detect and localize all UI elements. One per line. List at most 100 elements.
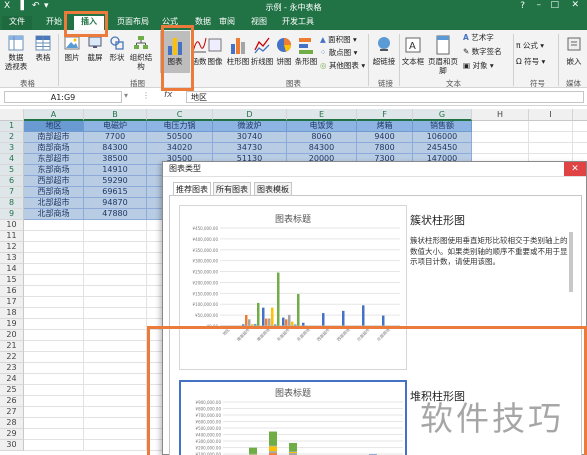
formula-button[interactable]: π 公式 ▾ (516, 40, 544, 51)
column-chart-button[interactable]: 柱形图 (226, 34, 250, 66)
empty-cell[interactable] (24, 341, 84, 352)
column-header[interactable]: D (213, 109, 287, 121)
empty-cell[interactable] (84, 242, 147, 253)
empty-cell[interactable] (84, 319, 147, 330)
screenshot-button[interactable]: 截屏 (84, 34, 106, 62)
empty-cell[interactable] (84, 341, 147, 352)
row-header[interactable]: 1 (0, 121, 24, 132)
row-header[interactable]: 15 (0, 275, 24, 286)
column-header[interactable]: B (84, 109, 147, 121)
data-cell[interactable]: 北部商场 (24, 209, 84, 220)
data-cell[interactable]: 西部商场 (24, 187, 84, 198)
hyperlink-button[interactable]: 超链接 (371, 34, 397, 66)
tab-all-charts[interactable]: 所有图表 (213, 182, 251, 196)
empty-cell[interactable] (529, 143, 573, 154)
data-cell[interactable]: 东部商场 (24, 165, 84, 176)
row-header[interactable]: 29 (0, 429, 24, 440)
select-all-corner[interactable] (0, 109, 24, 121)
data-cell[interactable]: 34020 (147, 143, 213, 154)
empty-cell[interactable] (24, 231, 84, 242)
empty-cell[interactable] (24, 297, 84, 308)
column-header[interactable]: E (287, 109, 357, 121)
empty-cell[interactable] (84, 220, 147, 231)
clustered-column-thumbnail[interactable]: 图表标题 ¥450,000.00 ¥400,000.00 ¥350,000.00 ¥3… (179, 205, 407, 370)
header-cell[interactable]: 电磁炉 (84, 121, 147, 132)
area-chart-button[interactable]: ▲ 面积图 ▾ (320, 34, 357, 45)
empty-cell[interactable] (84, 352, 147, 363)
empty-cell[interactable] (24, 253, 84, 264)
description-scrollbar[interactable] (569, 232, 573, 292)
name-box-dropdown-icon[interactable]: ▾ (124, 91, 128, 100)
row-header[interactable]: 12 (0, 242, 24, 253)
column-header[interactable]: C (147, 109, 213, 121)
bar-chart-button[interactable]: 条形图 (294, 34, 318, 66)
data-cell[interactable]: 9400 (357, 132, 413, 143)
embed-button[interactable]: 嵌入 (562, 34, 586, 66)
empty-cell[interactable] (24, 440, 84, 451)
empty-cell[interactable] (84, 374, 147, 385)
data-cell[interactable]: 14910 (84, 165, 147, 176)
row-header[interactable]: 8 (0, 198, 24, 209)
object-button[interactable]: ▣ 对象 ▾ (463, 60, 494, 71)
column-header[interactable]: J (573, 109, 587, 121)
row-header[interactable]: 27 (0, 407, 24, 418)
data-cell[interactable]: 北部超市 (24, 198, 84, 209)
empty-cell[interactable] (24, 385, 84, 396)
row-header[interactable]: 25 (0, 385, 24, 396)
stacked-column-thumbnail[interactable]: 图表标题 ¥900,000.00 ¥800,000.00 ¥700,000.00 ¥6… (179, 380, 407, 455)
empty-cell[interactable] (84, 363, 147, 374)
other-charts-button[interactable]: ◎ 其他图表 ▾ (320, 60, 365, 71)
empty-cell[interactable] (24, 242, 84, 253)
empty-cell[interactable] (84, 231, 147, 242)
image-chart-button[interactable]: 图像 (206, 34, 224, 66)
empty-cell[interactable] (84, 396, 147, 407)
header-cell[interactable]: 微波炉 (213, 121, 287, 132)
data-cell[interactable]: 8060 (287, 132, 357, 143)
header-cell[interactable]: 销售额 (413, 121, 472, 132)
empty-cell[interactable] (84, 418, 147, 429)
empty-cell[interactable] (573, 132, 587, 143)
column-header[interactable]: I (529, 109, 573, 121)
header-cell[interactable]: 地区 (24, 121, 84, 132)
data-cell[interactable]: 84300 (84, 143, 147, 154)
header-cell[interactable]: 电压力锅 (147, 121, 213, 132)
minimize-button[interactable]: – (537, 0, 542, 10)
data-cell[interactable]: 西部超市 (24, 176, 84, 187)
row-header[interactable]: 14 (0, 264, 24, 275)
empty-cell[interactable] (84, 385, 147, 396)
tab-chart-templates[interactable]: 图表模板 (254, 182, 292, 196)
name-box[interactable]: A1:G9 (4, 91, 122, 103)
empty-cell[interactable] (24, 275, 84, 286)
row-header[interactable]: 20 (0, 330, 24, 341)
header-footer-button[interactable]: 页眉和页脚 (425, 34, 461, 75)
empty-cell[interactable] (529, 132, 573, 143)
row-header[interactable]: 2 (0, 132, 24, 143)
data-cell[interactable]: 59290 (84, 176, 147, 187)
empty-cell[interactable] (529, 121, 573, 132)
column-header[interactable]: G (413, 109, 472, 121)
row-header[interactable]: 17 (0, 297, 24, 308)
tab-formulas[interactable]: 公式 (158, 16, 182, 30)
data-cell[interactable]: 94870 (84, 198, 147, 209)
empty-cell[interactable] (24, 264, 84, 275)
row-header[interactable]: 24 (0, 374, 24, 385)
wordart-button[interactable]: A 艺术字 (463, 32, 494, 43)
data-cell[interactable]: 东部超市 (24, 154, 84, 165)
empty-cell[interactable] (573, 121, 587, 132)
empty-cell[interactable] (84, 264, 147, 275)
formula-input[interactable]: 地区 (186, 91, 584, 103)
tab-data[interactable]: 数据 (190, 16, 216, 30)
smartart-button[interactable]: 组织结构 (128, 34, 154, 71)
empty-cell[interactable] (24, 308, 84, 319)
insert-function-icon[interactable]: fx (164, 90, 173, 100)
empty-cell[interactable] (24, 407, 84, 418)
row-header[interactable]: 26 (0, 396, 24, 407)
column-header[interactable]: H (472, 109, 529, 121)
empty-cell[interactable] (84, 308, 147, 319)
empty-cell[interactable] (84, 429, 147, 440)
data-cell[interactable]: 50500 (147, 132, 213, 143)
help-icon[interactable]: ? (520, 1, 525, 11)
tab-insert[interactable]: 插入 (74, 16, 104, 30)
empty-cell[interactable] (24, 286, 84, 297)
row-header[interactable]: 28 (0, 418, 24, 429)
